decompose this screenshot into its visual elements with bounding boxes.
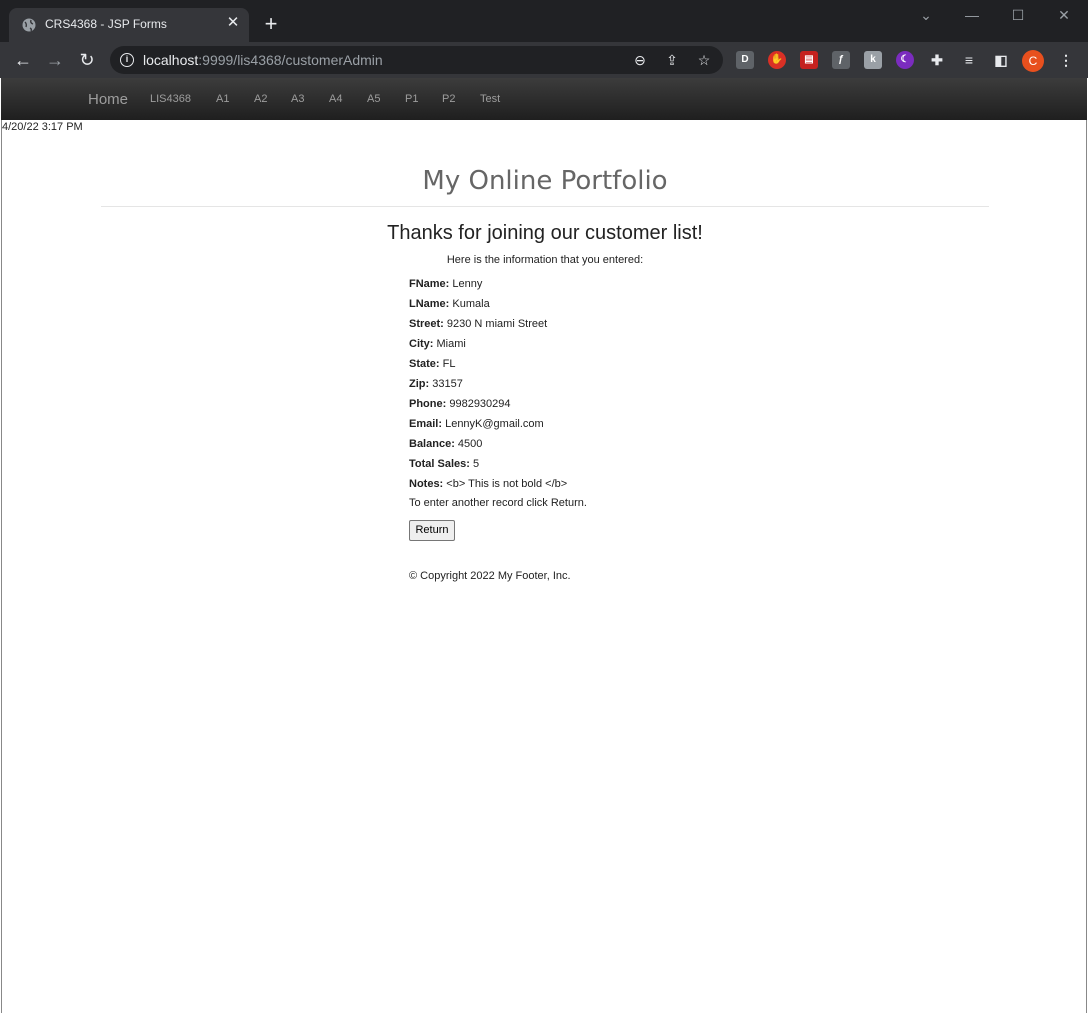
site-info-icon[interactable]: i [120, 53, 134, 67]
field-value: 9230 N miami Street [446, 318, 548, 330]
nav-link-a3[interactable]: A3 [291, 93, 304, 105]
field-row-state: State: FL [409, 357, 567, 377]
field-row-lname: LName: Kumala [409, 297, 567, 317]
field-row-zip: Zip: 33157 [409, 377, 567, 397]
extension-dsr-icon[interactable]: D [736, 51, 754, 69]
nav-link-a5[interactable]: A5 [367, 93, 380, 105]
profile-avatar[interactable]: C [1022, 50, 1044, 72]
field-row-email: Email: LennyK@gmail.com [409, 417, 567, 437]
field-row-street: Street: 9230 N miami Street [409, 317, 567, 337]
nav-link-p2[interactable]: P2 [442, 93, 455, 105]
address-bar[interactable]: i localhost:9999/lis4368/customerAdmin ⊖… [110, 46, 723, 74]
field-value: <b> This is not bold </b> [446, 478, 568, 490]
title-divider [101, 206, 989, 207]
side-panel-icon[interactable]: ◧ [992, 51, 1010, 69]
field-label: Phone: [409, 398, 447, 410]
field-value: Miami [436, 338, 466, 350]
nav-link-a1[interactable]: A1 [216, 93, 229, 105]
field-row-notes: Notes: <b> This is not bold </b> [409, 477, 567, 497]
extensions-puzzle-icon[interactable]: ✚ [928, 51, 946, 69]
field-row-phone: Phone: 9982930294 [409, 397, 567, 417]
nav-link-a2[interactable]: A2 [254, 93, 267, 105]
field-value: FL [442, 358, 456, 370]
bookmark-star-icon[interactable]: ☆ [695, 51, 713, 69]
browser-tabstrip: CRS4368 - JSP Forms ✕ + ⌄ — ☐ ✕ [0, 0, 1088, 42]
nav-link-a4[interactable]: A4 [329, 93, 342, 105]
page-title: My Online Portfolio [422, 166, 668, 196]
thanks-heading: Thanks for joining our customer list! [387, 222, 703, 244]
page-footer: © Copyright 2022 My Footer, Inc. [409, 570, 571, 582]
extension-moon-icon[interactable]: ☾ [896, 51, 914, 69]
field-label: Balance: [409, 438, 455, 450]
browser-tab[interactable]: CRS4368 - JSP Forms ✕ [9, 8, 249, 42]
field-value: Lenny [452, 278, 483, 290]
zoom-icon[interactable]: ⊖ [631, 51, 649, 69]
menu-kebab-icon[interactable]: ⋮ [1057, 51, 1075, 69]
return-button[interactable]: Return [409, 520, 455, 541]
current-datetime: 4/20/22 3:17 PM [2, 121, 83, 133]
field-label: Street: [409, 318, 444, 330]
field-row-balance: Balance: 4500 [409, 437, 567, 457]
nav-link-p1[interactable]: P1 [405, 93, 418, 105]
url-path: :9999/lis4368/customerAdmin [198, 52, 383, 68]
field-value: Kumala [452, 298, 490, 310]
field-value: 9982930294 [449, 398, 511, 410]
url-text[interactable]: localhost:9999/lis4368/customerAdmin [143, 52, 383, 68]
extension-function-icon[interactable]: ƒ [832, 51, 850, 69]
tab-search-icon[interactable]: ⌄ [911, 4, 941, 26]
field-row-city: City: Miami [409, 337, 567, 357]
field-value: 33157 [432, 378, 463, 390]
field-value: LennyK@gmail.com [445, 418, 544, 430]
info-subtitle: Here is the information that you entered… [446, 254, 644, 266]
field-value: 4500 [457, 438, 483, 450]
url-host: localhost [143, 52, 199, 68]
nav-link-test[interactable]: Test [480, 93, 500, 105]
field-label: City: [409, 338, 434, 350]
field-label: FName: [409, 278, 450, 290]
globe-icon [22, 18, 36, 32]
field-row-total-sales: Total Sales: 5 [409, 457, 567, 477]
media-control-icon[interactable]: ≡ [960, 51, 978, 69]
customer-info-list: FName: Lenny LName: Kumala Street: 9230 … [409, 277, 567, 497]
site-navbar: Home LIS4368 A1 A2 A3 A4 A5 P1 P2 Test [1, 78, 1087, 120]
extension-pdf-icon[interactable]: ▤ [800, 51, 818, 69]
back-icon[interactable]: ← [12, 49, 34, 71]
reload-icon[interactable]: ↻ [76, 49, 98, 71]
nav-link-lis4368[interactable]: LIS4368 [150, 93, 191, 105]
field-row-fname: FName: Lenny [409, 277, 567, 297]
tab-title: CRS4368 - JSP Forms [45, 17, 167, 31]
field-label: LName: [409, 298, 450, 310]
maximize-icon[interactable]: ☐ [1003, 4, 1033, 26]
field-label: State: [409, 358, 440, 370]
window-close-icon[interactable]: ✕ [1049, 4, 1079, 26]
share-icon[interactable]: ⇪ [663, 51, 681, 69]
page-body: 4/20/22 3:17 PM My Online Portfolio Than… [1, 120, 1087, 1013]
nav-home-link[interactable]: Home [88, 91, 128, 108]
field-value: 5 [473, 458, 480, 470]
extension-stop-icon[interactable]: ✋ [768, 51, 786, 69]
field-label: Email: [409, 418, 443, 430]
extension-k-icon[interactable]: k [864, 51, 882, 69]
minimize-icon[interactable]: — [957, 4, 987, 26]
field-label: Zip: [409, 378, 430, 390]
browser-toolbar: ← → ↻ i localhost:9999/lis4368/customerA… [0, 42, 1088, 78]
return-instructions: To enter another record click Return. [409, 497, 587, 509]
new-tab-icon[interactable]: + [260, 13, 282, 35]
field-label: Total Sales: [409, 458, 470, 470]
field-label: Notes: [409, 478, 444, 490]
tab-close-icon[interactable]: ✕ [225, 15, 241, 31]
forward-icon[interactable]: → [44, 49, 66, 71]
